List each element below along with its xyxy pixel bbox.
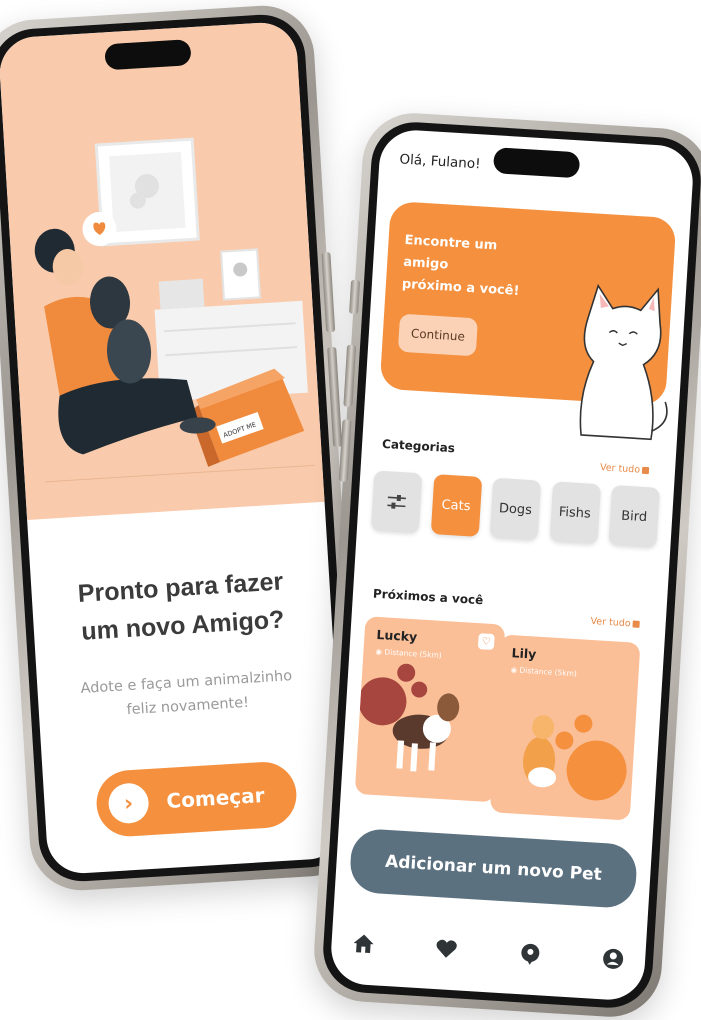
category-fishs[interactable]: Fishs [549,481,601,545]
dynamic-island [104,39,192,71]
onboarding-title: Pronto para fazer um novo Amigo? [31,560,333,654]
hero-illustration: ADOPT ME [0,20,325,520]
nearby-card-lucky[interactable]: Lucky ◉ Distance (5km) ♡ [354,616,506,803]
onboarding-phone: ADOPT ME Pronto para fazer um novo Amigo… [0,2,365,894]
category-bird[interactable]: Bird [608,484,660,548]
tab-favorites[interactable] [432,934,462,964]
category-dogs[interactable]: Dogs [489,477,542,541]
category-list: Cats Dogs Fishs Bird [370,470,660,551]
promo-card[interactable]: Encontre um amigo próximo a você! Contin… [379,200,677,441]
adopt-illustration: ADOPT ME [34,137,315,483]
profile-icon [603,948,624,969]
onboarding-screen: ADOPT ME Pronto para fazer um novo Amigo… [0,20,347,876]
nearby-title: Próximos a você [372,586,484,608]
nearby-see-all-link[interactable]: Ver tudo [590,616,640,630]
categories-see-all-link[interactable]: Ver tudo [600,462,650,476]
promo-text: Encontre um amigo próximo a você! [401,230,545,304]
categories-title: Categorias [381,436,456,456]
tab-map[interactable] [515,939,545,969]
filter-sliders-icon [387,494,406,509]
see-all-label: Ver tudo [590,615,631,630]
category-cats[interactable]: Cats [430,474,482,537]
bottom-tab-bar [348,923,628,980]
see-all-label: Ver tudo [599,462,641,476]
cat-illustration [579,283,668,441]
greeting: Olá, Fulano! [399,151,481,173]
dog-illustration [358,663,460,772]
map-pin-icon [521,943,540,965]
arrow-icon [632,620,640,628]
continue-button[interactable]: Continue [397,313,478,357]
nearby-card-lily[interactable]: Lily ◉ Distance (5km) [489,634,641,821]
onboarding-subtitle: Adote e faça um animalzinho feliz novame… [37,661,337,727]
cat-illustration [523,714,627,801]
add-pet-button[interactable]: Adicionar um novo Pet [348,827,639,910]
chevron-right-icon: › [107,782,150,825]
tab-home[interactable] [349,929,379,959]
tab-profile[interactable] [598,944,628,974]
heart-icon [436,939,458,958]
filter-button[interactable] [370,470,423,534]
home-icon [353,934,374,954]
start-button-label: Começar [165,783,266,813]
arrow-icon [641,466,650,475]
dynamic-island [492,147,581,179]
home-phone: Olá, Fulano! Encontre um amigo próximo a… [311,110,701,1020]
home-screen: Olá, Fulano! Encontre um amigo próximo a… [329,128,695,1002]
start-button[interactable]: › Começar [94,760,299,839]
